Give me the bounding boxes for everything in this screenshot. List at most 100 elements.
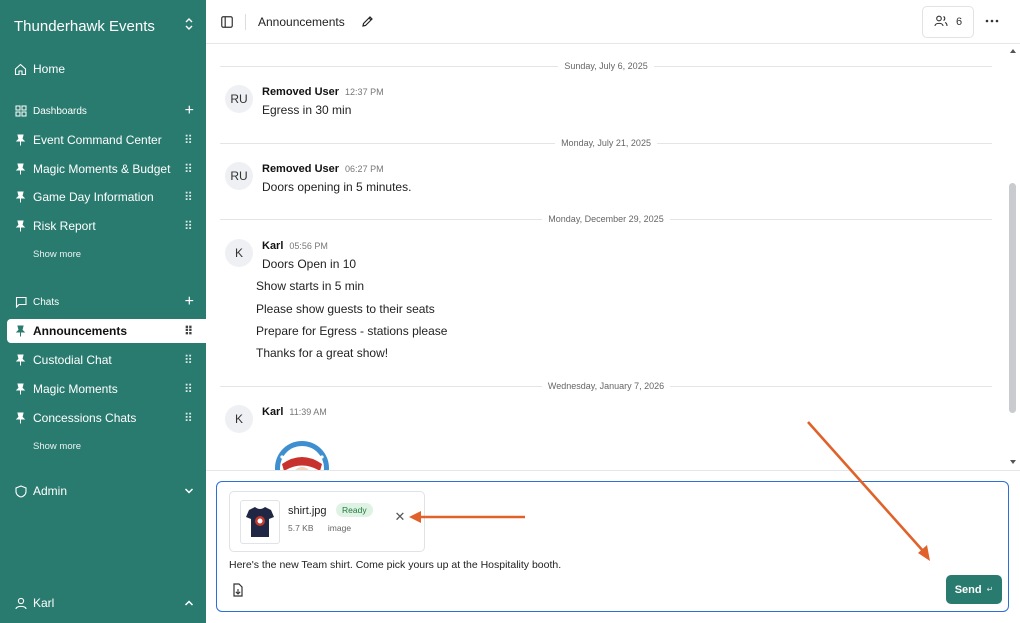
pin-icon bbox=[14, 383, 27, 396]
edit-pencil-icon[interactable] bbox=[361, 15, 374, 28]
enter-key-icon: ↵ bbox=[986, 585, 994, 594]
composer-divider bbox=[206, 470, 1020, 471]
date-label: Wednesday, January 7, 2026 bbox=[547, 381, 665, 391]
message-header: Karl 05:56 PM bbox=[262, 240, 328, 252]
chats-section-header: Chats + bbox=[14, 291, 194, 313]
avatar: K bbox=[225, 239, 253, 267]
avatar: RU bbox=[225, 85, 253, 113]
message-text: Show starts in 5 min bbox=[256, 279, 365, 293]
dashboards-label: Dashboards bbox=[33, 105, 87, 117]
remove-attachment-close-icon[interactable]: ✕ bbox=[393, 509, 407, 524]
sidebar-item-dashboard[interactable]: Event Command Center ⠿ bbox=[14, 129, 194, 151]
drag-handle-icon[interactable]: ⠿ bbox=[184, 190, 194, 204]
home-icon bbox=[14, 63, 27, 76]
sidebar-item-label: Risk Report bbox=[33, 219, 96, 233]
add-chat-plus-icon[interactable]: + bbox=[185, 294, 194, 310]
message-author: Karl bbox=[262, 406, 284, 418]
date-divider: Wednesday, January 7, 2026 bbox=[220, 380, 992, 392]
main-panel: Announcements 6 Sunday, July 6, 2025 RU … bbox=[206, 0, 1020, 623]
pin-icon bbox=[14, 220, 27, 233]
message-feed[interactable]: Sunday, July 6, 2025 RU Removed User 12:… bbox=[206, 44, 1006, 470]
pin-icon bbox=[14, 191, 27, 204]
message-composer[interactable]: shirt.jpg Ready 5.7 KB image ✕ Here's th… bbox=[216, 481, 1009, 612]
pin-icon bbox=[14, 412, 27, 425]
sidebar-item-home[interactable]: Home bbox=[14, 58, 194, 80]
dashboards-section-header: Dashboards + bbox=[14, 100, 194, 122]
sidebar-item-admin[interactable]: Admin bbox=[14, 480, 194, 502]
message-header: Removed User 12:37 PM bbox=[262, 86, 384, 98]
more-options-icon[interactable] bbox=[982, 11, 1002, 31]
chevron-down-icon bbox=[184, 484, 194, 498]
pin-icon bbox=[14, 163, 27, 176]
sidebar-item-label: Custodial Chat bbox=[33, 353, 112, 367]
sidebar-item-dashboard[interactable]: Game Day Information ⠿ bbox=[14, 186, 194, 208]
message-time: 05:56 PM bbox=[289, 241, 328, 251]
attachment-meta: 5.7 KB image bbox=[288, 523, 363, 533]
scroll-thumb[interactable] bbox=[1009, 183, 1016, 413]
feed-scrollbar[interactable] bbox=[1008, 47, 1016, 466]
chevron-up-down-icon bbox=[184, 17, 194, 36]
chat-bubble-icon bbox=[14, 296, 27, 309]
sidebar-item-dashboard[interactable]: Magic Moments & Budget ⠿ bbox=[14, 158, 194, 180]
chats-show-more-link[interactable]: Show more bbox=[33, 441, 81, 452]
members-button[interactable]: 6 bbox=[922, 6, 974, 38]
date-label: Sunday, July 6, 2025 bbox=[564, 61, 648, 71]
attachment-thumbnail bbox=[240, 500, 280, 544]
pin-icon bbox=[14, 354, 27, 367]
date-divider: Monday, July 21, 2025 bbox=[220, 137, 993, 149]
drag-handle-icon[interactable]: ⠿ bbox=[184, 162, 194, 176]
message-author: Karl bbox=[262, 240, 284, 252]
message-author: Removed User bbox=[262, 86, 340, 98]
drag-handle-icon[interactable]: ⠿ bbox=[184, 133, 194, 147]
attachment-size: 5.7 KB bbox=[288, 523, 314, 533]
sidebar-item-dashboard[interactable]: Risk Report ⠿ bbox=[14, 215, 194, 237]
attachment-type: image bbox=[327, 523, 352, 533]
pin-icon bbox=[14, 325, 27, 338]
date-divider: Monday, December 29, 2025 bbox=[220, 213, 992, 225]
sidebar-item-label: Concessions Chats bbox=[33, 411, 137, 425]
grid-icon bbox=[14, 105, 27, 118]
drag-handle-icon[interactable]: ⠿ bbox=[184, 411, 194, 425]
message-text: Thanks for a great show! bbox=[256, 346, 389, 360]
sidebar-item-chat[interactable]: Custodial Chat ⠿ bbox=[14, 349, 194, 371]
sidebar: Thunderhawk Events Home Dashboards + Eve… bbox=[0, 0, 206, 623]
drag-handle-icon[interactable]: ⠿ bbox=[184, 382, 194, 396]
workspace-switcher[interactable]: Thunderhawk Events bbox=[14, 15, 194, 37]
date-label: Monday, July 21, 2025 bbox=[561, 138, 651, 148]
add-dashboard-plus-icon[interactable]: + bbox=[185, 103, 194, 119]
sidebar-item-label: Magic Moments & Budget bbox=[33, 162, 171, 176]
sidebar-item-chat[interactable]: Concessions Chats ⠿ bbox=[14, 407, 194, 429]
sidebar-item-chat[interactable]: Magic Moments ⠿ bbox=[14, 378, 194, 400]
message-header: Removed User 06:27 PM bbox=[262, 163, 384, 175]
drag-handle-icon[interactable]: ⠿ bbox=[184, 353, 194, 367]
toggle-sidebar-icon[interactable] bbox=[221, 15, 233, 28]
dashboards-show-more-link[interactable]: Show more bbox=[33, 249, 81, 260]
sticker-image[interactable] bbox=[274, 440, 330, 470]
user-menu[interactable]: Karl bbox=[14, 592, 194, 614]
message-text: Prepare for Egress - stations please bbox=[256, 324, 448, 338]
send-label: Send bbox=[954, 583, 982, 596]
chevron-up-icon bbox=[184, 596, 194, 610]
sidebar-item-label: Admin bbox=[33, 484, 68, 498]
message-text: Doors Open in 10 bbox=[262, 257, 357, 271]
avatar: RU bbox=[225, 162, 253, 190]
sidebar-item-announcements[interactable]: Announcements ⠿ bbox=[14, 320, 194, 342]
send-button[interactable]: Send ↵ bbox=[946, 575, 1002, 604]
user-icon bbox=[14, 597, 27, 610]
drag-handle-icon[interactable]: ⠿ bbox=[184, 324, 194, 338]
date-divider: Sunday, July 6, 2025 bbox=[220, 60, 993, 72]
message-time: 12:37 PM bbox=[345, 87, 384, 97]
attachment-card: shirt.jpg Ready 5.7 KB image ✕ bbox=[229, 491, 425, 552]
message-header: Karl 11:39 AM bbox=[262, 406, 327, 418]
message-author: Removed User bbox=[262, 163, 340, 175]
date-label: Monday, December 29, 2025 bbox=[548, 214, 664, 224]
attach-file-icon[interactable] bbox=[231, 583, 245, 597]
attachment-status-badge: Ready bbox=[336, 503, 373, 517]
message-input[interactable]: Here's the new Team shirt. Come pick you… bbox=[229, 559, 561, 571]
pin-icon bbox=[14, 134, 27, 147]
sidebar-item-label: Event Command Center bbox=[33, 133, 162, 147]
sidebar-item-label: Game Day Information bbox=[33, 190, 154, 204]
drag-handle-icon[interactable]: ⠿ bbox=[184, 219, 194, 233]
message-time: 06:27 PM bbox=[345, 164, 384, 174]
sidebar-item-label: Announcements bbox=[33, 324, 128, 338]
